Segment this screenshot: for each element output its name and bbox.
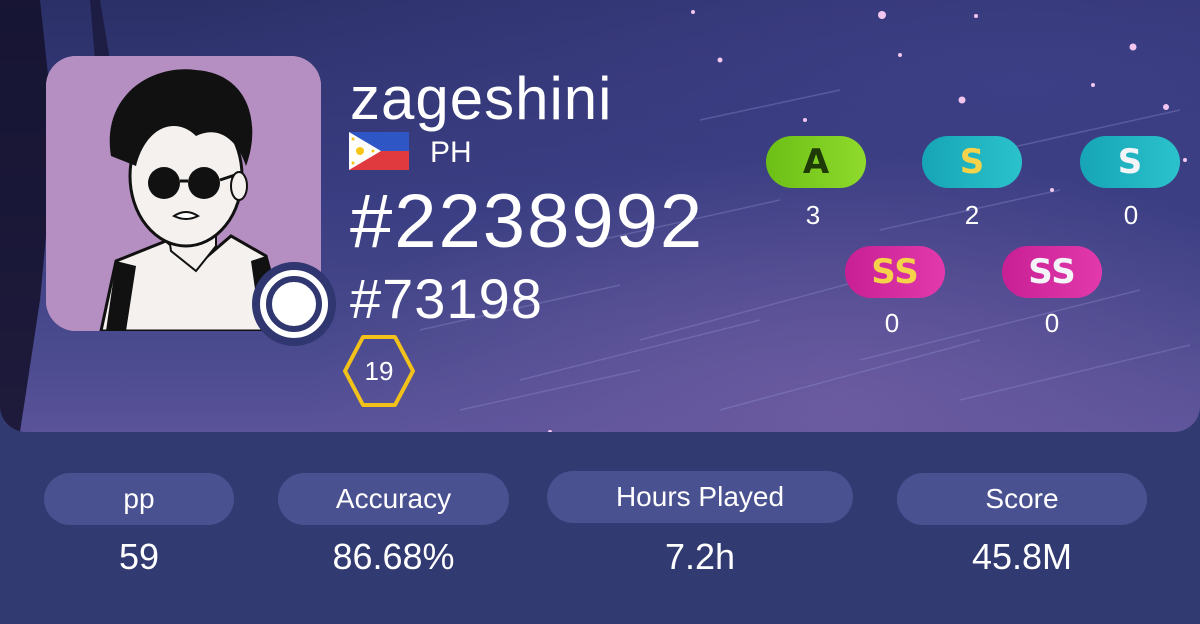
grade-ssh-count: 0: [1044, 308, 1060, 338]
grade-ss-count: 0: [884, 308, 900, 338]
level-value: 19: [364, 355, 394, 386]
country-code: PH: [430, 136, 472, 169]
supporter-ring-icon: [252, 262, 336, 346]
profile-banner: zageshini PH #2238992 #73198 19 A 3 S 2: [0, 0, 1200, 432]
grade-s-count: 2: [964, 200, 980, 230]
grade-a-count: 3: [805, 200, 821, 230]
stat-label-score: Score: [897, 473, 1147, 525]
stat-label-accuracy: Accuracy: [278, 473, 509, 525]
profile-card: zageshini PH #2238992 #73198 19 A 3 S 2: [0, 0, 1200, 624]
grade-a-label: A: [802, 142, 830, 182]
stat-label-hours-played: Hours Played: [547, 471, 853, 523]
grade-sh-badge: S: [1080, 136, 1180, 188]
global-rank: #2238992: [350, 179, 705, 264]
stat-value-accuracy: 86.68%: [332, 536, 455, 577]
username[interactable]: zageshini: [350, 64, 613, 133]
grade-s-badge: S: [922, 136, 1022, 188]
grade-ss-label: SS: [871, 252, 919, 292]
grade-a-badge: A: [766, 136, 866, 188]
philippines-flag-icon: [349, 132, 409, 170]
stat-value-pp: 59: [118, 536, 160, 577]
grade-ssh-badge: SS: [1002, 246, 1102, 298]
stat-value-hours-played: 7.2h: [664, 536, 736, 577]
grade-ssh-label: SS: [1028, 252, 1076, 292]
country-rank: #73198: [350, 267, 543, 330]
grade-s-label: S: [959, 142, 985, 182]
stat-value-score: 45.8M: [971, 536, 1073, 577]
grade-ss-badge: SS: [845, 246, 945, 298]
grade-sh-label: S: [1117, 142, 1143, 182]
level-badge: 19: [342, 333, 416, 409]
stat-label-pp: pp: [44, 473, 234, 525]
grade-sh-count: 0: [1123, 200, 1139, 230]
